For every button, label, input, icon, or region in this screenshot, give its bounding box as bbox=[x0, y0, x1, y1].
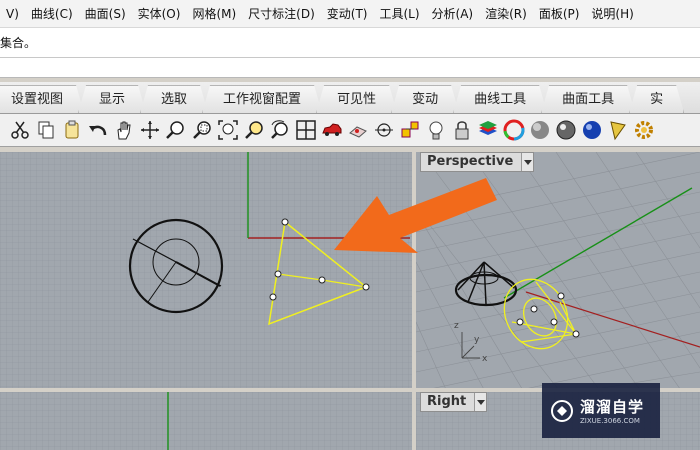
watermark-logo-icon bbox=[551, 399, 573, 422]
watermark-badge: 溜溜自学 ZIXUE.3066.COM bbox=[542, 383, 660, 438]
watermark-url: ZIXUE.3066.COM bbox=[580, 417, 640, 425]
arrow-icon bbox=[334, 178, 497, 253]
watermark-brand: 溜溜自学 bbox=[580, 398, 645, 416]
